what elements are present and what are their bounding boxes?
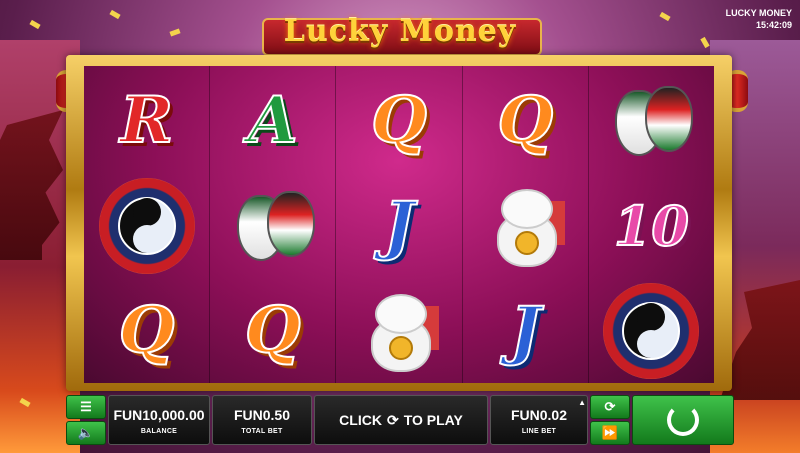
total-bet-value: FUN0.50 [233,406,291,423]
sound-button[interactable]: 🔈 [66,421,106,445]
refresh-small-icon: ⟳ [386,411,399,428]
balance-value: FUN10,000.00 [113,406,205,423]
symbol-a: A [210,68,335,173]
symbol-letter: R [119,82,174,159]
opera-masks-icon [589,68,714,173]
confetti [659,11,671,22]
game-logo: Lucky Money [250,6,550,56]
lucky-cat-icon [336,278,461,383]
symbol-letter: J [509,292,541,369]
symbol-q: Q [336,68,461,173]
fast-forward-button[interactable]: ⏩ [590,421,630,445]
increase-bet-icon[interactable]: ▲ [578,398,586,407]
confetti [700,36,710,49]
symbol-q: Q [84,278,209,383]
to-play-label: TO PLAY [403,412,463,428]
symbol-q: Q [463,68,588,173]
symbol-letter: 10 [613,193,690,259]
control-bar: ☰ 🔈 FUN10,000.00 BALANCE FUN0.50 TOTAL B… [66,395,734,445]
speaker-icon: 🔈 [77,425,95,440]
symbol-j: J [336,173,461,278]
spin-icon [667,404,699,436]
yinyang-wild-icon [84,173,209,278]
autoplay-icon: ⟳ [604,399,616,414]
symbol-letter: Q [496,82,554,159]
click-label: CLICK [339,412,382,428]
fast-forward-icon: ⏩ [601,425,619,440]
opera-masks-icon [210,173,335,278]
symbol-letter: Q [370,82,428,159]
confetti [169,28,181,37]
yinyang-wild-icon [589,278,714,383]
reel-1: RQ [84,66,211,383]
symbol-r: R [84,68,209,173]
autoplay-button[interactable]: ⟳ [590,395,630,419]
symbol-letter: A [247,82,299,159]
click-to-play-button[interactable]: CLICK ⟳ TO PLAY [314,395,488,445]
reel-3: QJ [336,66,463,383]
confetti [29,19,41,30]
symbol-q: Q [210,278,335,383]
reel-5: 10 [589,66,714,383]
balance-panel: FUN10,000.00 BALANCE [108,395,210,445]
symbol-letter: Q [118,292,176,369]
symbol-letter: J [383,187,415,264]
total-bet-label: TOTAL BET [241,427,283,435]
symbol-letter: Q [244,292,302,369]
spin-button[interactable] [632,395,734,445]
line-bet-label: LINE BET [521,427,557,435]
reel-2: AQ [210,66,337,383]
symbol-10: 10 [589,173,714,278]
clock: 15:42:09 [755,20,792,30]
line-bet-value: FUN0.02 [510,406,568,423]
game-name-label: LUCKY MONEY [725,8,792,18]
lucky-cat-icon [463,173,588,278]
reel-4: QJ [463,66,589,383]
menu-sound-group: ☰ 🔈 [66,395,106,445]
auto-fast-group: ⟳ ⏩ [590,395,630,445]
hamburger-icon: ☰ [80,399,92,414]
total-bet-panel[interactable]: FUN0.50 TOTAL BET [212,395,312,445]
logo-text: Lucky Money [283,14,517,49]
line-bet-panel[interactable]: ▲ FUN0.02 LINE BET [490,395,588,445]
confetti [109,9,121,20]
symbol-j: J [463,278,588,383]
balance-label: BALANCE [140,427,178,435]
menu-button[interactable]: ☰ [66,395,106,419]
reels-area: RQ AQ QJ QJ 10 [84,66,714,383]
